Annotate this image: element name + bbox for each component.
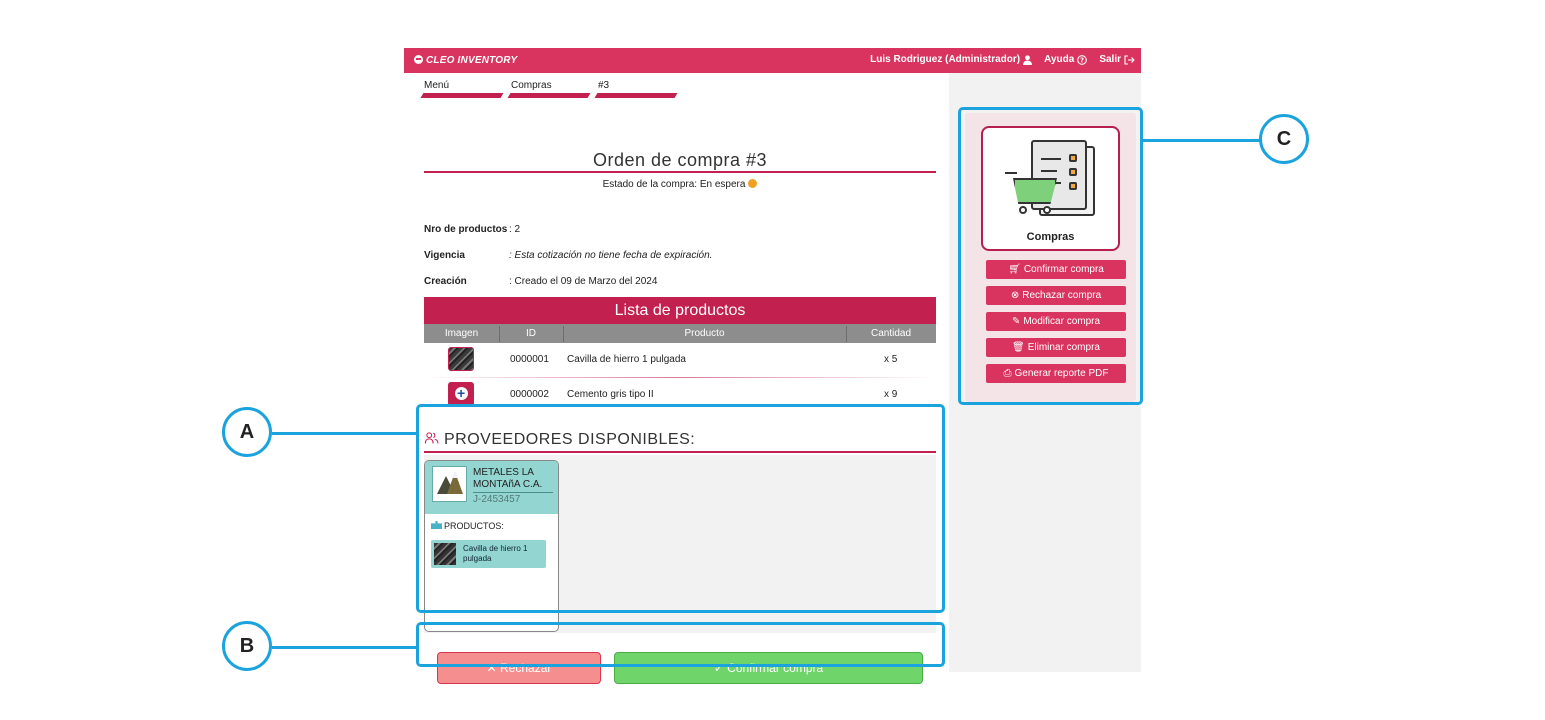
info-value: : 2	[509, 224, 521, 235]
breadcrumb-label: #3	[598, 80, 610, 91]
info-key: Nro de productos	[424, 224, 508, 235]
logout-icon	[1124, 54, 1135, 65]
user-icon	[1023, 54, 1033, 65]
column-header-image: Imagen	[444, 328, 479, 339]
product-table-header: Imagen ID Producto Cantidad	[424, 324, 936, 343]
table-row[interactable]: 0000001 Cavilla de hierro 1 pulgada x 5	[424, 343, 936, 376]
highlight-box-c	[958, 107, 1143, 405]
product-list-title: Lista de productos	[424, 297, 936, 324]
marker-b: B	[222, 621, 272, 671]
product-quantity: x 9	[884, 389, 898, 400]
title-divider	[424, 171, 936, 173]
connector-a	[272, 432, 418, 435]
product-quantity: x 5	[884, 354, 898, 365]
product-name: Cemento gris tipo II	[567, 389, 654, 400]
highlight-box-b	[416, 622, 945, 667]
top-bar: CLEO INVENTORY Luis Rodriguez (Administr…	[404, 48, 1141, 73]
user-name: Luis Rodriguez (Administrador)	[870, 54, 1021, 65]
info-value: : Creado el 09 de Marzo del 2024	[509, 276, 658, 287]
highlight-box-a	[416, 404, 945, 613]
breadcrumb-item-current: #3	[594, 80, 678, 100]
brand-logo[interactable]: CLEO INVENTORY	[414, 55, 517, 66]
marker-c: C	[1259, 114, 1309, 164]
help-link[interactable]: Ayuda ?	[1044, 54, 1088, 65]
column-header-id: ID	[526, 328, 536, 339]
brand-name: CLEO INVENTORY	[426, 55, 518, 66]
logo-icon	[414, 55, 423, 64]
connector-c	[1141, 139, 1261, 142]
page-title: Orden de compra #3	[592, 150, 768, 170]
logout-label: Salir	[1099, 54, 1121, 65]
info-key: Creación	[424, 276, 467, 287]
column-header-product: Producto	[684, 328, 725, 339]
product-name: Cavilla de hierro 1 pulgada	[567, 354, 686, 365]
product-thumbnail	[448, 382, 474, 406]
svg-text:?: ?	[1080, 56, 1084, 64]
info-key: Vigencia	[424, 250, 465, 261]
user-menu[interactable]: Luis Rodriguez (Administrador)	[870, 54, 1033, 65]
help-icon: ?	[1077, 54, 1088, 65]
breadcrumb-item-menu[interactable]: Menú	[420, 80, 504, 100]
column-header-quantity: Cantidad	[870, 328, 912, 339]
order-status: Estado de la compra: En espera	[424, 179, 936, 190]
breadcrumb-label: Menú	[424, 80, 450, 91]
breadcrumb-item-compras[interactable]: Compras	[507, 80, 591, 100]
breadcrumb: Menú Compras #3	[418, 80, 678, 100]
info-value: : Esta cotización no tiene fecha de expi…	[509, 250, 713, 261]
breadcrumb-label: Compras	[511, 80, 552, 91]
marker-a: A	[222, 407, 272, 457]
help-label: Ayuda	[1044, 54, 1075, 65]
status-text: Estado de la compra: En espera	[602, 179, 746, 190]
connector-b	[272, 646, 418, 649]
status-dot-icon	[748, 179, 758, 188]
product-id: 0000002	[510, 389, 549, 400]
product-thumbnail	[448, 347, 474, 371]
logout-link[interactable]: Salir	[1099, 54, 1135, 65]
product-id: 0000001	[510, 354, 549, 365]
